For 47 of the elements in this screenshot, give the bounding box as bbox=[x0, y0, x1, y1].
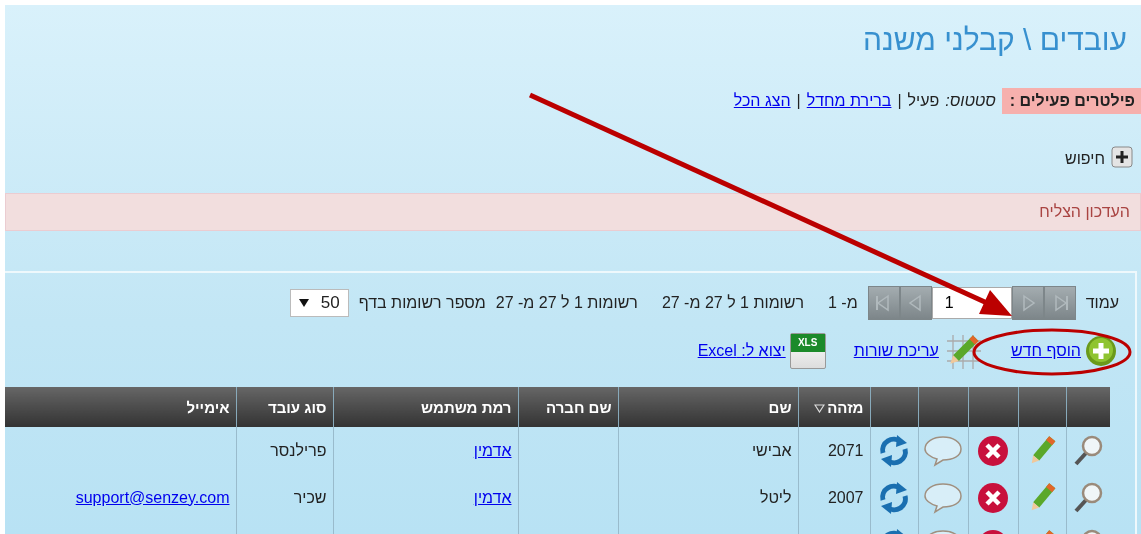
per-page-label: מספר רשומות בדף bbox=[358, 294, 486, 312]
per-page-select[interactable]: 50 bbox=[289, 289, 349, 317]
filter-value: פעיל bbox=[907, 92, 940, 110]
action-link[interactable]: הוסף חדש bbox=[1010, 342, 1081, 360]
delete-icon[interactable] bbox=[977, 481, 1009, 514]
plus-circle-icon[interactable] bbox=[1085, 335, 1117, 367]
header-cell bbox=[1066, 387, 1110, 427]
table-cell: ליטל bbox=[759, 488, 792, 506]
table-link[interactable]: אדמין bbox=[473, 441, 512, 459]
expand-icon[interactable] bbox=[1111, 146, 1133, 168]
excel-file-icon[interactable]: XLS bbox=[789, 333, 826, 369]
filter-link[interactable]: הצג הכל bbox=[733, 92, 791, 110]
filters-label: פילטרים פעילים : bbox=[1001, 88, 1141, 114]
page-count: מ- 1 bbox=[828, 294, 858, 312]
column-header[interactable]: רמת משתמש bbox=[333, 387, 518, 427]
dropdown-arrow-icon bbox=[298, 299, 309, 307]
filter-name: סטטוס: bbox=[945, 92, 996, 110]
column-header[interactable]: שם חברה bbox=[518, 387, 618, 427]
action-link[interactable]: עריכת שורות bbox=[853, 342, 939, 360]
header-cell bbox=[870, 387, 918, 427]
success-message: העדכון הצליח bbox=[5, 193, 1141, 231]
speech-bubble-icon[interactable] bbox=[922, 433, 964, 468]
column-header[interactable]: סוג עובד bbox=[236, 387, 333, 427]
table-link[interactable]: support@senzey.com bbox=[75, 488, 230, 506]
action-link[interactable]: יצוא ל: Excel bbox=[697, 342, 786, 360]
page-title: עובדים \ קבלני משנה bbox=[863, 22, 1127, 57]
table-link[interactable]: אדמין bbox=[473, 488, 512, 506]
column-header[interactable]: שם bbox=[618, 387, 798, 427]
filter-link[interactable]: ברירת מחדל bbox=[806, 92, 892, 110]
header-cell bbox=[918, 387, 968, 427]
delete-icon[interactable] bbox=[977, 434, 1009, 467]
column-header[interactable]: אימייל bbox=[5, 387, 236, 427]
header-cell bbox=[1018, 387, 1066, 427]
speech-bubble-icon[interactable] bbox=[922, 480, 964, 515]
page-label: עמוד bbox=[1085, 294, 1119, 312]
separator: | bbox=[796, 92, 801, 110]
table-cell: שכיר bbox=[293, 488, 327, 506]
table-cell: אבישי bbox=[751, 441, 792, 459]
table-cell: פרילנסר bbox=[270, 441, 327, 459]
records-range: רשומות 1 ל 27 מ- 27 bbox=[661, 294, 804, 312]
table-cell: 2007 bbox=[827, 488, 864, 506]
search-toggle[interactable]: חיפוש bbox=[1065, 150, 1105, 168]
table-cell: 2071 bbox=[827, 441, 864, 459]
records-range: רשומות 1 ל 27 מ- 27 bbox=[495, 294, 638, 312]
header-cell bbox=[968, 387, 1018, 427]
separator: | bbox=[897, 92, 902, 110]
column-header[interactable]: מזהה bbox=[798, 387, 870, 427]
